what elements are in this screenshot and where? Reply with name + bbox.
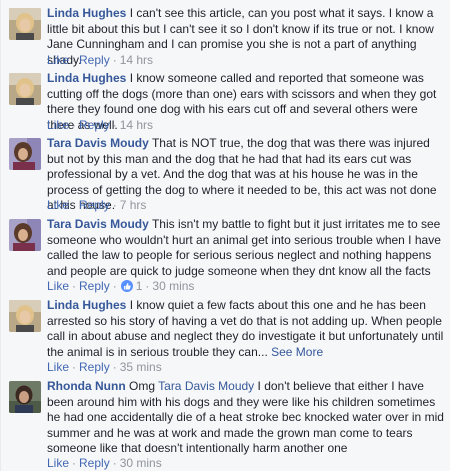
avatar[interactable] xyxy=(9,381,41,413)
profile-photo-tara-icon xyxy=(9,219,41,251)
comment-author-link[interactable]: Tara Davis Moudy xyxy=(47,217,149,231)
comment-actions: Like · Reply · 30 mins xyxy=(47,456,162,471)
like-button[interactable]: Like xyxy=(47,279,69,293)
comment-actions: Like · Reply · 14 hrs xyxy=(47,53,153,68)
comment-author-link[interactable]: Rhonda Nunn xyxy=(47,379,126,393)
comment-timestamp[interactable]: 30 mins xyxy=(120,456,162,470)
avatar[interactable] xyxy=(9,138,41,170)
comment-body: Tara Davis Moudy This isn't my battle to… xyxy=(47,217,445,279)
reply-button[interactable]: Reply xyxy=(79,198,110,212)
comment-timestamp[interactable]: 14 hrs xyxy=(120,118,153,132)
profile-photo-linda-icon xyxy=(9,8,41,40)
see-more-link[interactable]: See More xyxy=(271,345,323,359)
separator: · xyxy=(112,360,117,374)
comment-pre-text: Omg xyxy=(129,379,156,393)
comment-actions: Like · Reply · 35 mins xyxy=(47,360,162,375)
separator: · xyxy=(72,456,77,470)
profile-photo-tara-icon xyxy=(9,138,41,170)
separator: · xyxy=(112,53,117,67)
comment-actions: Like · Reply · 14 hrs xyxy=(47,118,153,133)
avatar[interactable] xyxy=(9,8,41,40)
comment-thread: Linda Hughes I can't see this article, c… xyxy=(0,0,450,471)
reply-button[interactable]: Reply xyxy=(79,118,110,132)
avatar[interactable] xyxy=(9,219,41,251)
reply-button[interactable]: Reply xyxy=(79,456,110,470)
separator: · xyxy=(72,279,77,293)
comment-timestamp[interactable]: 30 mins xyxy=(152,279,194,293)
separator: · xyxy=(112,456,117,470)
avatar[interactable] xyxy=(9,73,41,105)
profile-photo-rhonda-icon xyxy=(9,381,41,413)
comment-timestamp[interactable]: 7 hrs xyxy=(120,198,147,212)
comment-author-link[interactable]: Linda Hughes xyxy=(47,298,126,312)
avatar[interactable] xyxy=(9,300,41,332)
comment-author-link[interactable]: Linda Hughes xyxy=(47,6,126,20)
like-button[interactable]: Like xyxy=(47,456,69,470)
reply-button[interactable]: Reply xyxy=(79,279,110,293)
separator: · xyxy=(112,198,117,212)
separator: · xyxy=(112,118,117,132)
profile-photo-linda-icon xyxy=(9,73,41,105)
reply-button[interactable]: Reply xyxy=(79,53,110,67)
separator: · xyxy=(72,53,77,67)
comment-timestamp[interactable]: 14 hrs xyxy=(120,53,153,67)
like-reaction-icon[interactable] xyxy=(120,280,133,292)
profile-photo-linda-icon xyxy=(9,300,41,332)
separator: · xyxy=(72,360,77,374)
comment-author-link[interactable]: Linda Hughes xyxy=(47,71,126,85)
like-button[interactable]: Like xyxy=(47,118,69,132)
comment-body: Linda Hughes I know quiet a few facts ab… xyxy=(47,298,445,360)
separator: · xyxy=(112,279,117,293)
comment-timestamp[interactable]: 35 mins xyxy=(120,360,162,374)
comment-author-link[interactable]: Tara Davis Moudy xyxy=(47,136,149,150)
like-button[interactable]: Like xyxy=(47,360,69,374)
comment-actions: Like · Reply · 7 hrs xyxy=(47,198,146,213)
comment-body: Rhonda Nunn Omg Tara Davis Moudy I don't… xyxy=(47,379,445,457)
separator: · xyxy=(72,118,77,132)
separator: · xyxy=(145,279,150,293)
like-button[interactable]: Like xyxy=(47,53,69,67)
mention-link[interactable]: Tara Davis Moudy xyxy=(158,379,254,393)
comment-actions: Like · Reply · 1 · 30 mins xyxy=(47,279,194,294)
separator: · xyxy=(72,198,77,212)
like-button[interactable]: Like xyxy=(47,198,69,212)
reply-button[interactable]: Reply xyxy=(79,360,110,374)
